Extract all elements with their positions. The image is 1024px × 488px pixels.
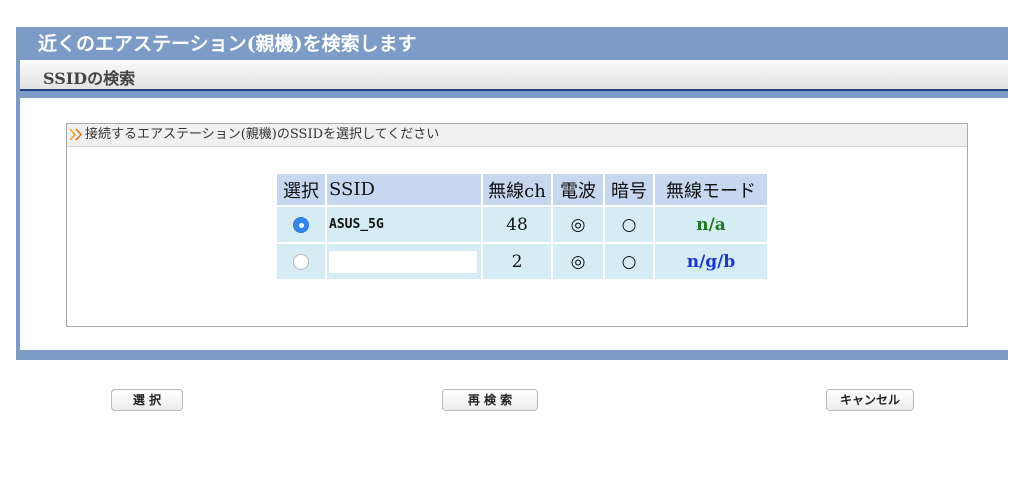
table-row[interactable]: ASUS_5G 48 ◎ ○ n/a bbox=[277, 207, 767, 242]
column-header-channel: 無線ch bbox=[483, 174, 551, 205]
signal-cell: ◎ bbox=[553, 207, 603, 242]
column-header-ssid: SSID bbox=[327, 174, 481, 205]
ssid-selection-box: 接続するエアステーション(親機)のSSIDを選択してください 選択 SSID 無… bbox=[66, 123, 968, 327]
page-title: 近くのエアステーション(親機)を検索します bbox=[38, 33, 417, 55]
channel-cell: 48 bbox=[483, 207, 551, 242]
encryption-cell: ○ bbox=[605, 207, 653, 242]
double-chevron-icon bbox=[69, 129, 82, 140]
cancel-button[interactable]: キャンセル bbox=[826, 389, 914, 411]
ssid-cell bbox=[327, 244, 481, 279]
main-panel: 近くのエアステーション(親機)を検索します SSIDの検索 接続するエアステーシ… bbox=[16, 27, 1008, 360]
mode-cell: n/g/b bbox=[655, 244, 767, 279]
encryption-cell: ○ bbox=[605, 244, 653, 279]
table-row[interactable]: 2 ◎ ○ n/g/b bbox=[277, 244, 767, 279]
column-header-encryption: 暗号 bbox=[605, 174, 653, 205]
rescan-button[interactable]: 再 検 索 bbox=[442, 389, 538, 411]
select-button[interactable]: 選 択 bbox=[111, 389, 183, 411]
box-title: 接続するエアステーション(親機)のSSIDを選択してください bbox=[85, 127, 440, 142]
channel-cell: 2 bbox=[483, 244, 551, 279]
ssid-cell: ASUS_5G bbox=[327, 207, 481, 242]
signal-cell: ◎ bbox=[553, 244, 603, 279]
column-header-mode: 無線モード bbox=[655, 174, 767, 205]
content-area: 接続するエアステーション(親機)のSSIDを選択してください 選択 SSID 無… bbox=[20, 98, 1008, 350]
section-subheader: SSIDの検索 bbox=[20, 60, 1008, 91]
select-cell[interactable] bbox=[277, 244, 325, 279]
ssid-table: 選択 SSID 無線ch 電波 暗号 無線モード ASUS_5G 48 ◎ ○ … bbox=[275, 172, 769, 281]
radio-button-selected[interactable] bbox=[293, 217, 309, 233]
subheader-title: SSIDの検索 bbox=[43, 69, 136, 88]
radio-button[interactable] bbox=[293, 254, 309, 270]
table-header-row: 選択 SSID 無線ch 電波 暗号 無線モード bbox=[277, 174, 767, 205]
box-header: 接続するエアステーション(親機)のSSIDを選択してください bbox=[67, 124, 967, 147]
mode-cell: n/a bbox=[655, 207, 767, 242]
column-header-select: 選択 bbox=[277, 174, 325, 205]
ssid-blank-field bbox=[329, 250, 477, 273]
column-header-signal: 電波 bbox=[553, 174, 603, 205]
select-cell[interactable] bbox=[277, 207, 325, 242]
